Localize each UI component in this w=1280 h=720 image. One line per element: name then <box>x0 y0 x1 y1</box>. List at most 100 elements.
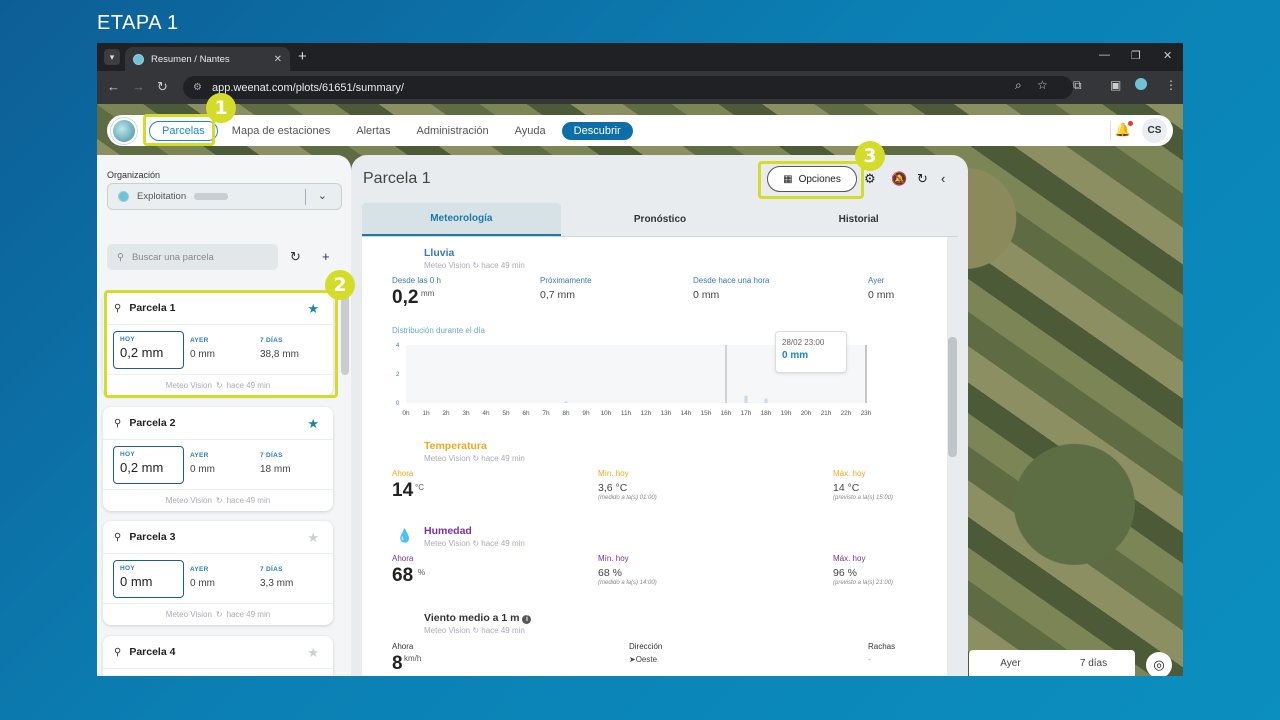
minimize-icon[interactable]: — <box>1099 49 1110 61</box>
rain-hour-value: 0 mm <box>693 289 720 301</box>
parcel-card[interactable]: ⚲ Parcela 2 ★ HOY 0,2 mm AYER 0 mm 7 DÍAS 1… <box>103 407 333 511</box>
star-icon[interactable]: ★ <box>307 645 319 661</box>
star-icon[interactable]: ★ <box>307 301 319 317</box>
today-label: HOY <box>120 336 135 343</box>
x-tick-label: 18h <box>761 410 772 417</box>
today-value: 0,2 mm <box>120 345 164 360</box>
yesterday-label: AYER <box>190 337 209 344</box>
x-tick-label: 5h <box>502 410 510 417</box>
y-tick-label: 4 <box>396 343 400 349</box>
side-panel-icon[interactable]: ▣ <box>1110 78 1121 92</box>
header-divider <box>1110 121 1111 140</box>
new-tab-button[interactable]: + <box>298 48 307 65</box>
menu-dots-icon[interactable]: ⋮ <box>1165 78 1177 92</box>
nav-ayuda[interactable]: Ayuda <box>515 125 546 137</box>
search-icon: ⚲ <box>117 251 124 263</box>
nav-administracion[interactable]: Administración <box>417 125 489 137</box>
update-time: hace 49 min <box>226 610 271 619</box>
tab-meteorologia[interactable]: Meteorología <box>362 203 561 236</box>
restore-icon[interactable]: ❐ <box>1131 49 1141 62</box>
bookmark-star-icon[interactable]: ☆ <box>1037 78 1048 92</box>
temperature-max-note: (previsto a la(s) 15:00) <box>833 495 894 501</box>
chart-tooltip: 28/02 23:00 0 mm <box>775 331 847 373</box>
bell-icon[interactable]: 🔔 <box>1115 121 1133 138</box>
today-value: 0 mm <box>120 574 153 589</box>
reload-icon[interactable]: ↻ <box>157 79 168 95</box>
extensions-icon[interactable]: ⧉ <box>1073 78 1082 93</box>
page-viewport: Parcelas Mapa de estaciones Alertas Admi… <box>97 104 1183 676</box>
wind-gusts-label: Rachas <box>868 642 896 651</box>
temperature-unit: °C <box>415 483 424 492</box>
browser-tab[interactable]: Resumen / Nantes ✕ <box>125 47 290 71</box>
wind-now-label: Ahora <box>392 642 414 651</box>
step-badge-3: 3 <box>855 141 885 171</box>
content-scrollbar[interactable] <box>947 237 958 676</box>
forward-icon[interactable]: → <box>132 79 145 94</box>
nav-parcelas[interactable]: Parcelas <box>149 120 218 141</box>
x-tick-label: 13h <box>661 410 672 417</box>
parcel-pin-icon: ⚲ <box>114 302 122 314</box>
star-icon[interactable]: ★ <box>307 530 319 546</box>
sidebar-scrollbar[interactable] <box>341 295 349 375</box>
chevron-down-icon[interactable]: ⌄ <box>318 189 327 202</box>
parcel-card[interactable]: ⚲ Parcela 4 ★ <box>103 636 333 676</box>
back-icon[interactable]: ← <box>107 79 120 94</box>
x-tick-label: 4h <box>482 410 490 417</box>
gear-icon[interactable]: ⚙ <box>864 171 876 187</box>
tooltip-date: 28/02 23:00 <box>782 338 825 347</box>
map-tab-7-days[interactable]: 7 días <box>1052 650 1135 676</box>
add-parcel-icon[interactable]: + <box>322 249 330 264</box>
week-label: 7 DÍAS <box>260 452 283 459</box>
map-period-tabs: Ayer 7 días <box>969 650 1135 676</box>
options-button[interactable]: ▦ Opciones <box>767 166 857 192</box>
weenat-logo[interactable] <box>111 117 137 144</box>
humidity-unit: % <box>418 568 426 577</box>
week-label: 7 DÍAS <box>260 337 283 344</box>
tab-search-button[interactable]: ▾ <box>104 49 120 65</box>
zoom-icon[interactable]: ⌕ <box>1015 78 1022 93</box>
wind-title: Viento medio a 1 m i <box>424 612 532 624</box>
discover-button[interactable]: Descubrir <box>561 121 633 140</box>
refresh-icon[interactable]: ↻ <box>917 171 928 187</box>
clock-icon: ↻ <box>215 610 223 619</box>
parcel-card[interactable]: ⚲ Parcela 1 ★ HOY 0,2 mm AYER 0 mm 7 DÍAS 3… <box>103 292 333 396</box>
collapse-icon[interactable]: ‹ <box>941 171 945 186</box>
x-tick-label: 12h <box>641 410 652 417</box>
scroll-thumb[interactable] <box>948 337 957 457</box>
parcel-search-input[interactable]: ⚲ Buscar una parcela <box>107 244 278 270</box>
globe-icon <box>118 191 129 202</box>
close-icon[interactable]: ✕ <box>274 54 282 65</box>
wind-icon: ≋ <box>399 615 411 630</box>
chart-caption: Distribución durante el día <box>392 326 485 335</box>
address-bar[interactable]: ⚙ app.weenat.com/plots/61651/summary/ <box>183 76 1073 99</box>
close-window-icon[interactable]: ✕ <box>1163 49 1172 62</box>
week-value: 38,8 mm <box>260 349 299 360</box>
map-tab-yesterday[interactable]: Ayer <box>969 650 1052 676</box>
avatar[interactable]: CS <box>1142 118 1167 143</box>
tab-historial[interactable]: Historial <box>759 203 958 236</box>
parcel-card[interactable]: ⚲ Parcela 3 ★ HOY 0 mm AYER 0 mm 7 DÍAS 3,3… <box>103 521 333 625</box>
today-value-box: HOY 0,2 mm <box>113 446 184 484</box>
parcel-pin-icon: ⚲ <box>114 531 122 543</box>
alert-off-icon[interactable]: 🔕 <box>891 171 907 187</box>
site-info-icon[interactable]: ⚙ <box>193 82 202 93</box>
yesterday-value: 0 mm <box>190 464 215 475</box>
today-value-box: HOY 0,2 mm <box>113 331 184 369</box>
rain-bar <box>744 395 748 403</box>
favicon-icon <box>133 53 144 65</box>
nav-alertas[interactable]: Alertas <box>356 125 390 137</box>
x-tick-label: 9h <box>582 410 590 417</box>
yesterday-label: AYER <box>190 566 209 573</box>
locate-icon[interactable]: ◎ <box>1146 652 1172 676</box>
nav-mapa-estaciones[interactable]: Mapa de estaciones <box>232 125 330 137</box>
tab-pronostico[interactable]: Pronóstico <box>561 203 760 236</box>
x-tick-label: 17h <box>741 410 752 417</box>
org-select[interactable]: Exploitation ⌄ <box>107 183 342 210</box>
rain-yesterday-label: Ayer <box>868 276 885 285</box>
info-icon[interactable]: i <box>522 615 532 624</box>
profile-icon[interactable] <box>1135 78 1147 90</box>
select-divider <box>305 189 306 205</box>
star-icon[interactable]: ★ <box>307 416 319 432</box>
refresh-icon[interactable]: ↻ <box>290 249 301 265</box>
x-tick-label: 10h <box>601 410 612 417</box>
